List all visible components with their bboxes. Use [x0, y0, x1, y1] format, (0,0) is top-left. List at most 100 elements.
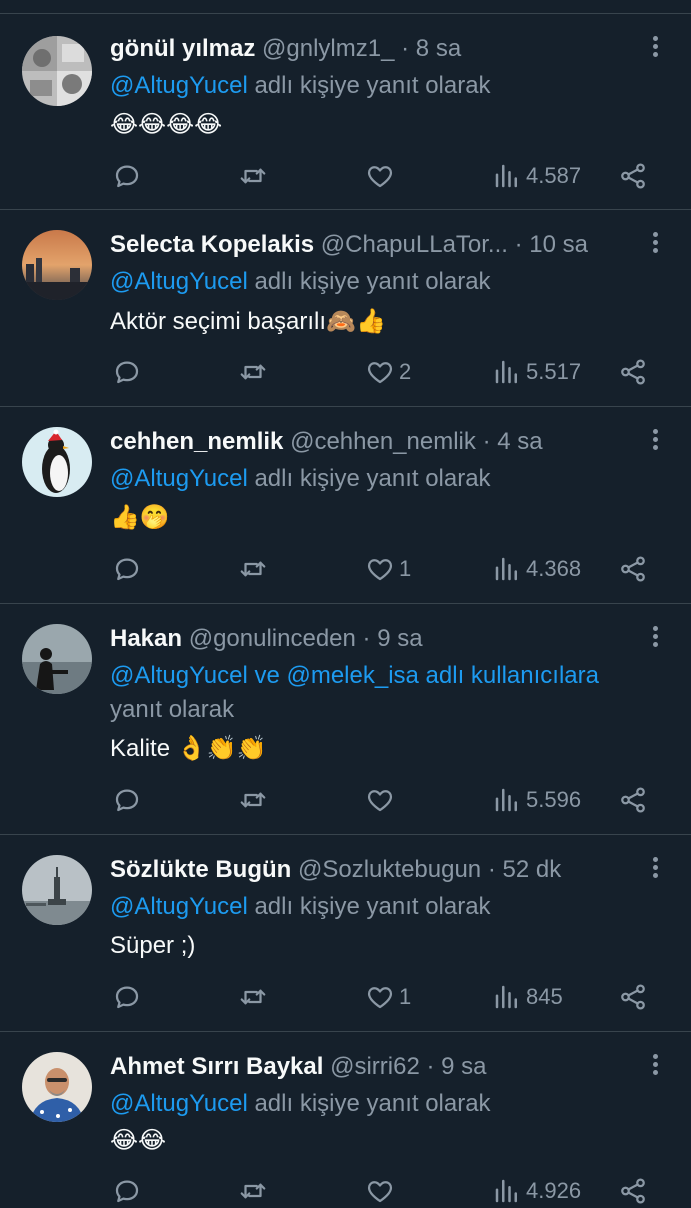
- share-button[interactable]: [618, 783, 648, 817]
- tweet-header: Sözlükte Bugün @Sozluktebugun · 52 dk: [110, 853, 631, 887]
- action-bar: 4.926: [110, 1174, 651, 1208]
- timestamp[interactable]: 9 sa: [377, 625, 422, 652]
- retweet-button[interactable]: [238, 1174, 268, 1208]
- retweet-icon: [240, 1183, 266, 1199]
- retweet-button[interactable]: [238, 552, 268, 586]
- views-button[interactable]: 4.587: [492, 159, 581, 193]
- tweet[interactable]: Hakan @gonulinceden · 9 sa @AltugYucel v…: [0, 603, 691, 834]
- avatar[interactable]: [22, 624, 92, 694]
- user-handle[interactable]: @sirri62: [330, 1053, 420, 1080]
- reply-mention-link[interactable]: @AltugYucel ve @melek_isa adlı kullanıcı…: [110, 662, 599, 689]
- retweet-button[interactable]: [238, 355, 268, 389]
- more-options-icon[interactable]: [647, 626, 663, 650]
- reply-button[interactable]: [112, 552, 142, 586]
- display-name[interactable]: cehhen_nemlik: [110, 428, 283, 455]
- timestamp[interactable]: 8 sa: [416, 35, 461, 62]
- share-button[interactable]: [618, 1174, 648, 1208]
- tweet-text: 😂😂😂😂: [110, 111, 223, 138]
- tweet[interactable]: Ahmet Sırrı Baykal @sirri62 · 9 sa @Altu…: [0, 1031, 691, 1204]
- tweet-text: 👍🤭: [110, 504, 170, 531]
- reply-context-label: adlı kişiye yanıt olarak: [247, 268, 491, 295]
- heart-icon: [367, 166, 393, 188]
- tweet[interactable]: Sözlükte Bugün @Sozluktebugun · 52 dk @A…: [0, 834, 691, 1031]
- reply-button[interactable]: [112, 1174, 142, 1208]
- reply-mention-link[interactable]: @AltugYucel: [110, 268, 248, 295]
- views-button[interactable]: 4.926: [492, 1174, 581, 1208]
- share-button[interactable]: [618, 355, 648, 389]
- separator-dot: ·: [514, 231, 523, 258]
- retweet-icon: [240, 561, 266, 577]
- timestamp[interactable]: 4 sa: [497, 428, 542, 455]
- views-chart-icon: [495, 1179, 517, 1203]
- retweet-icon: [240, 364, 266, 380]
- reply-mention-link[interactable]: @AltugYucel: [110, 1090, 248, 1117]
- display-name[interactable]: Sözlükte Bugün: [110, 856, 291, 883]
- user-handle[interactable]: @Sozluktebugun: [298, 856, 481, 883]
- views-chart-icon: [495, 557, 517, 581]
- timestamp[interactable]: 52 dk: [503, 856, 562, 883]
- reply-button[interactable]: [112, 355, 142, 389]
- reply-button[interactable]: [112, 980, 142, 1014]
- display-name[interactable]: Ahmet Sırrı Baykal: [110, 1053, 323, 1080]
- share-icon: [621, 359, 645, 385]
- display-name[interactable]: Selecta Kopelakis: [110, 231, 314, 258]
- share-button[interactable]: [618, 980, 648, 1014]
- tweet-header: Ahmet Sırrı Baykal @sirri62 · 9 sa: [110, 1050, 631, 1084]
- reply-context: @AltugYucel ve @melek_isa adlı kullanıcı…: [110, 659, 651, 727]
- like-button[interactable]: 2: [365, 355, 411, 389]
- display-name[interactable]: Hakan: [110, 625, 182, 652]
- separator-dot: ·: [401, 35, 410, 62]
- reply-context-label: adlı kişiye yanıt olarak: [247, 1090, 491, 1117]
- action-bar: 4.587: [110, 159, 651, 193]
- views-button[interactable]: 845: [492, 980, 563, 1014]
- retweet-button[interactable]: [238, 783, 268, 817]
- avatar[interactable]: [22, 427, 92, 497]
- avatar[interactable]: [22, 230, 92, 300]
- user-handle[interactable]: @gonulinceden: [189, 625, 356, 652]
- reply-mention-link[interactable]: @AltugYucel: [110, 465, 248, 492]
- gray-collage-avatar-icon: [22, 36, 92, 106]
- avatar[interactable]: [22, 855, 92, 925]
- reply-context-label: yanıt olarak: [110, 696, 235, 723]
- retweet-button[interactable]: [238, 980, 268, 1014]
- display-name[interactable]: gönül yılmaz: [110, 35, 255, 62]
- reply-mention-link[interactable]: @AltugYucel: [110, 72, 248, 99]
- like-button[interactable]: 1: [365, 980, 411, 1014]
- share-button[interactable]: [618, 552, 648, 586]
- more-options-icon[interactable]: [647, 232, 663, 256]
- retweet-icon: [240, 989, 266, 1005]
- retweet-icon: [240, 792, 266, 808]
- avatar[interactable]: [22, 1052, 92, 1122]
- reply-mention-link[interactable]: @AltugYucel: [110, 893, 248, 920]
- views-button[interactable]: 4.368: [492, 552, 581, 586]
- more-options-icon[interactable]: [647, 857, 663, 881]
- view-count: 5.517: [526, 359, 582, 384]
- user-handle[interactable]: @ChapuLLaTor...: [321, 231, 508, 258]
- view-count: 5.596: [526, 787, 582, 812]
- timestamp[interactable]: 9 sa: [441, 1053, 486, 1080]
- reply-button[interactable]: [112, 159, 142, 193]
- timestamp[interactable]: 10 sa: [529, 231, 588, 258]
- like-button[interactable]: [365, 159, 399, 193]
- more-options-icon[interactable]: [647, 36, 663, 60]
- more-options-icon[interactable]: [647, 429, 663, 453]
- share-icon: [621, 787, 645, 813]
- reply-button[interactable]: [112, 783, 142, 817]
- more-options-icon[interactable]: [647, 1054, 663, 1078]
- views-button[interactable]: 5.596: [492, 783, 581, 817]
- like-button[interactable]: [365, 783, 399, 817]
- views-button[interactable]: 5.517: [492, 355, 581, 389]
- separator-dot: ·: [362, 625, 371, 652]
- like-button[interactable]: 1: [365, 552, 411, 586]
- avatar[interactable]: [22, 36, 92, 106]
- like-button[interactable]: [365, 1174, 399, 1208]
- tweet[interactable]: Selecta Kopelakis @ChapuLLaTor... · 10 s…: [0, 209, 691, 406]
- tweet[interactable]: cehhen_nemlik @cehhen_nemlik · 4 sa @Alt…: [0, 406, 691, 603]
- retweet-button[interactable]: [238, 159, 268, 193]
- view-count: 4.368: [526, 556, 582, 581]
- tweet[interactable]: gönül yılmaz @gnlylmz1_ · 8 sa @AltugYuc…: [0, 13, 691, 209]
- user-handle[interactable]: @cehhen_nemlik: [290, 428, 476, 455]
- share-button[interactable]: [618, 159, 648, 193]
- user-handle[interactable]: @gnlylmz1_: [262, 35, 394, 62]
- separator-dot: ·: [487, 856, 496, 883]
